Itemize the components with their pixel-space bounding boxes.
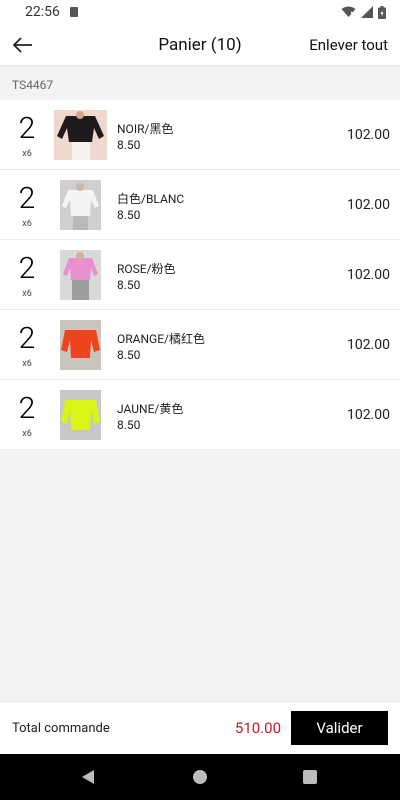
item-unit-price: 8.50 — [117, 208, 141, 222]
item-quantity: 2 — [18, 251, 36, 286]
cart-item[interactable]: 2 x6 JAUNE/黄色 8.50 102.00 — [0, 380, 400, 450]
product-code: TS4467 — [12, 78, 54, 92]
item-unit-price: 8.50 — [117, 278, 141, 292]
item-pack-size: x6 — [22, 359, 32, 369]
product-image[interactable] — [60, 320, 101, 370]
cart-item[interactable]: 2 x6 ORANGE/橘红色 8.50 102.00 — [0, 310, 400, 380]
item-unit-price: 8.50 — [117, 418, 141, 432]
item-line-total: 102.00 — [346, 337, 390, 353]
cart-item[interactable]: 2 x6 白色/BLANC 8.50 102.00 — [0, 170, 400, 240]
item-unit-price: 8.50 — [117, 138, 141, 152]
product-image[interactable] — [60, 390, 101, 440]
cart-list: 2 x6 NOIR/黑色 8.50 102.00 2 x6 白色/BLANC 8… — [0, 100, 400, 450]
item-line-total: 102.00 — [346, 127, 390, 143]
status-time: 22:56 — [25, 4, 60, 20]
item-pack-size: x6 — [22, 219, 32, 229]
top-yellow-illustration — [60, 390, 101, 440]
nav-home-icon[interactable] — [193, 770, 207, 784]
product-image[interactable] — [54, 110, 107, 160]
top-orange-illustration — [60, 320, 101, 370]
cart-item[interactable]: 2 x6 ROSE/粉色 8.50 102.00 — [0, 240, 400, 310]
nav-back-icon[interactable] — [82, 770, 94, 784]
system-nav-bar — [0, 754, 400, 800]
sim-card-icon — [69, 7, 78, 17]
item-pack-size: x6 — [22, 429, 32, 439]
top-white-illustration — [60, 180, 101, 230]
top-pink-illustration — [60, 250, 101, 300]
validate-button[interactable]: Valider — [291, 711, 388, 745]
order-footer: Total commande 510.00 Valider — [0, 701, 400, 754]
item-variant: 白色/BLANC — [117, 192, 185, 206]
item-line-total: 102.00 — [346, 407, 390, 423]
top-black-illustration — [54, 110, 107, 160]
item-quantity: 2 — [18, 181, 36, 216]
item-quantity: 2 — [18, 111, 36, 146]
app-bar: Panier (10) Enlever tout — [0, 24, 400, 66]
nav-recents-icon[interactable] — [303, 770, 317, 784]
product-image[interactable] — [60, 180, 101, 230]
remove-all-button[interactable]: Enlever tout — [309, 36, 388, 54]
battery-icon — [378, 5, 386, 19]
item-pack-size: x6 — [22, 289, 32, 299]
status-icons — [341, 5, 386, 19]
cart-item[interactable]: 2 x6 NOIR/黑色 8.50 102.00 — [0, 100, 400, 170]
signal-icon — [361, 6, 373, 18]
item-quantity: 2 — [18, 321, 36, 356]
item-quantity: 2 — [18, 391, 36, 426]
item-variant: NOIR/黑色 — [117, 122, 174, 136]
item-pack-size: x6 — [22, 149, 32, 159]
order-total-label: Total commande — [12, 721, 110, 736]
item-variant: JAUNE/黄色 — [117, 402, 184, 416]
item-variant: ORANGE/橘红色 — [117, 332, 205, 346]
item-line-total: 102.00 — [346, 267, 390, 283]
product-image[interactable] — [60, 250, 101, 300]
item-line-total: 102.00 — [346, 197, 390, 213]
status-bar: 22:56 — [0, 0, 400, 24]
wifi-icon — [341, 6, 356, 17]
item-unit-price: 8.50 — [117, 348, 141, 362]
item-variant: ROSE/粉色 — [117, 262, 176, 276]
order-total-amount: 510.00 — [234, 719, 281, 737]
